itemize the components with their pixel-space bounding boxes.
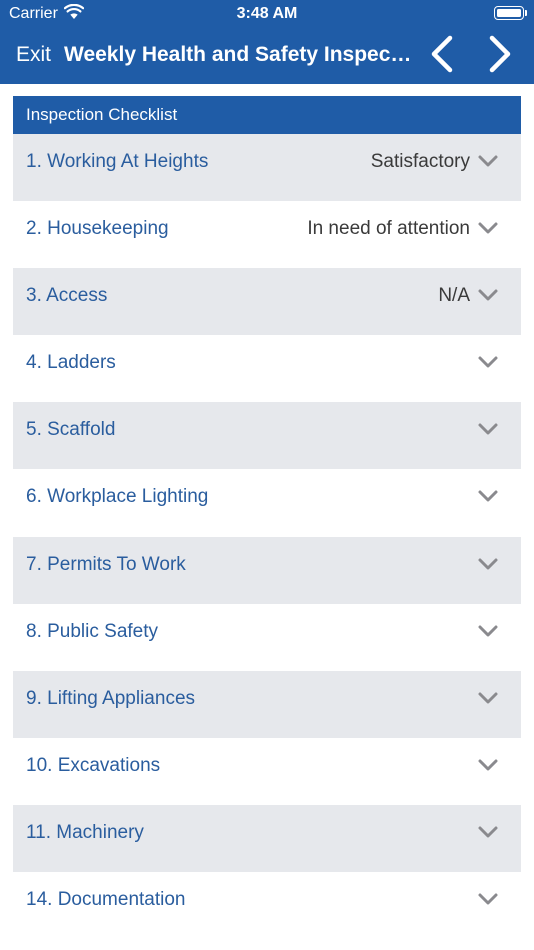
checklist-item-label: 5. Scaffold bbox=[26, 419, 116, 441]
chevron-down-icon[interactable] bbox=[477, 354, 499, 370]
checklist-row[interactable]: 11. Machinery bbox=[13, 804, 521, 873]
checklist-list: 1. Working At Heights Satisfactory 2. Ho… bbox=[13, 134, 521, 939]
app-header: Carrier 3:48 AM Exit Weekly Health and S… bbox=[0, 0, 534, 84]
checklist-item-value: In need of attention bbox=[307, 218, 470, 240]
checklist-row[interactable]: 10. Excavations bbox=[13, 738, 521, 805]
checklist-row[interactable]: 6. Workplace Lighting bbox=[13, 469, 521, 536]
checklist-row[interactable]: 8. Public Safety bbox=[13, 604, 521, 671]
page-title: Weekly Health and Safety Inspection bbox=[64, 43, 414, 66]
chevron-down-icon[interactable] bbox=[477, 757, 499, 773]
checklist-item-label: 10. Excavations bbox=[26, 754, 161, 776]
checklist-item-label: 9. Lifting Appliances bbox=[26, 687, 196, 709]
checklist-row[interactable]: 2. Housekeeping In need of attention bbox=[13, 201, 521, 268]
chevron-right-icon[interactable] bbox=[482, 34, 516, 74]
checklist-header: Inspection Checklist bbox=[13, 96, 521, 134]
checklist-item-label: 3. Access bbox=[26, 285, 108, 307]
checklist-item-label: 1. Working At Heights bbox=[26, 151, 209, 172]
checklist-item-label: 14. Documentation bbox=[26, 889, 186, 911]
status-bar: Carrier 3:48 AM bbox=[0, 0, 534, 28]
checklist-item-label: 11. Machinery bbox=[26, 821, 144, 843]
chevron-down-icon[interactable] bbox=[477, 153, 499, 169]
checklist-row[interactable]: 3. Access N/A bbox=[13, 268, 521, 336]
checklist-item-label: 4. Ladders bbox=[26, 352, 116, 374]
checklist-item-label: 7. Permits To Work bbox=[26, 553, 186, 575]
chevron-left-icon[interactable] bbox=[426, 34, 460, 74]
exit-button[interactable]: Exit bbox=[16, 42, 51, 68]
chevron-down-icon[interactable] bbox=[477, 287, 499, 303]
chevron-down-icon[interactable] bbox=[477, 488, 499, 504]
chevron-down-icon[interactable] bbox=[477, 556, 499, 572]
checklist-item-label: 8. Public Safety bbox=[26, 620, 159, 642]
checklist-item-label: 2. Housekeeping bbox=[26, 218, 169, 240]
chevron-down-icon[interactable] bbox=[477, 891, 499, 907]
chevron-down-icon[interactable] bbox=[477, 690, 499, 706]
checklist-row[interactable]: 5. Scaffold bbox=[13, 402, 521, 470]
status-time: 3:48 AM bbox=[236, 5, 298, 22]
battery-icon bbox=[494, 6, 524, 20]
checklist-item-label: 6. Workplace Lighting bbox=[26, 486, 209, 508]
navigation-bar: Exit Weekly Health and Safety Inspection bbox=[0, 28, 534, 84]
chevron-down-icon[interactable] bbox=[477, 421, 499, 437]
checklist-row[interactable]: 7. Permits To Work bbox=[13, 536, 521, 604]
checklist-row[interactable]: 14. Documentation bbox=[13, 872, 521, 939]
chevron-down-icon[interactable] bbox=[477, 623, 499, 639]
chevron-down-icon[interactable] bbox=[477, 220, 499, 236]
checklist-item-value: Satisfactory bbox=[370, 151, 470, 172]
checklist-item-value: N/A bbox=[438, 285, 470, 307]
chevron-down-icon[interactable] bbox=[477, 824, 499, 840]
battery-cap bbox=[525, 10, 527, 16]
checklist-row[interactable]: 4. Ladders bbox=[13, 335, 521, 402]
checklist-row[interactable]: 9. Lifting Appliances bbox=[13, 670, 521, 738]
checklist-row[interactable]: 1. Working At Heights Satisfactory bbox=[13, 134, 521, 202]
